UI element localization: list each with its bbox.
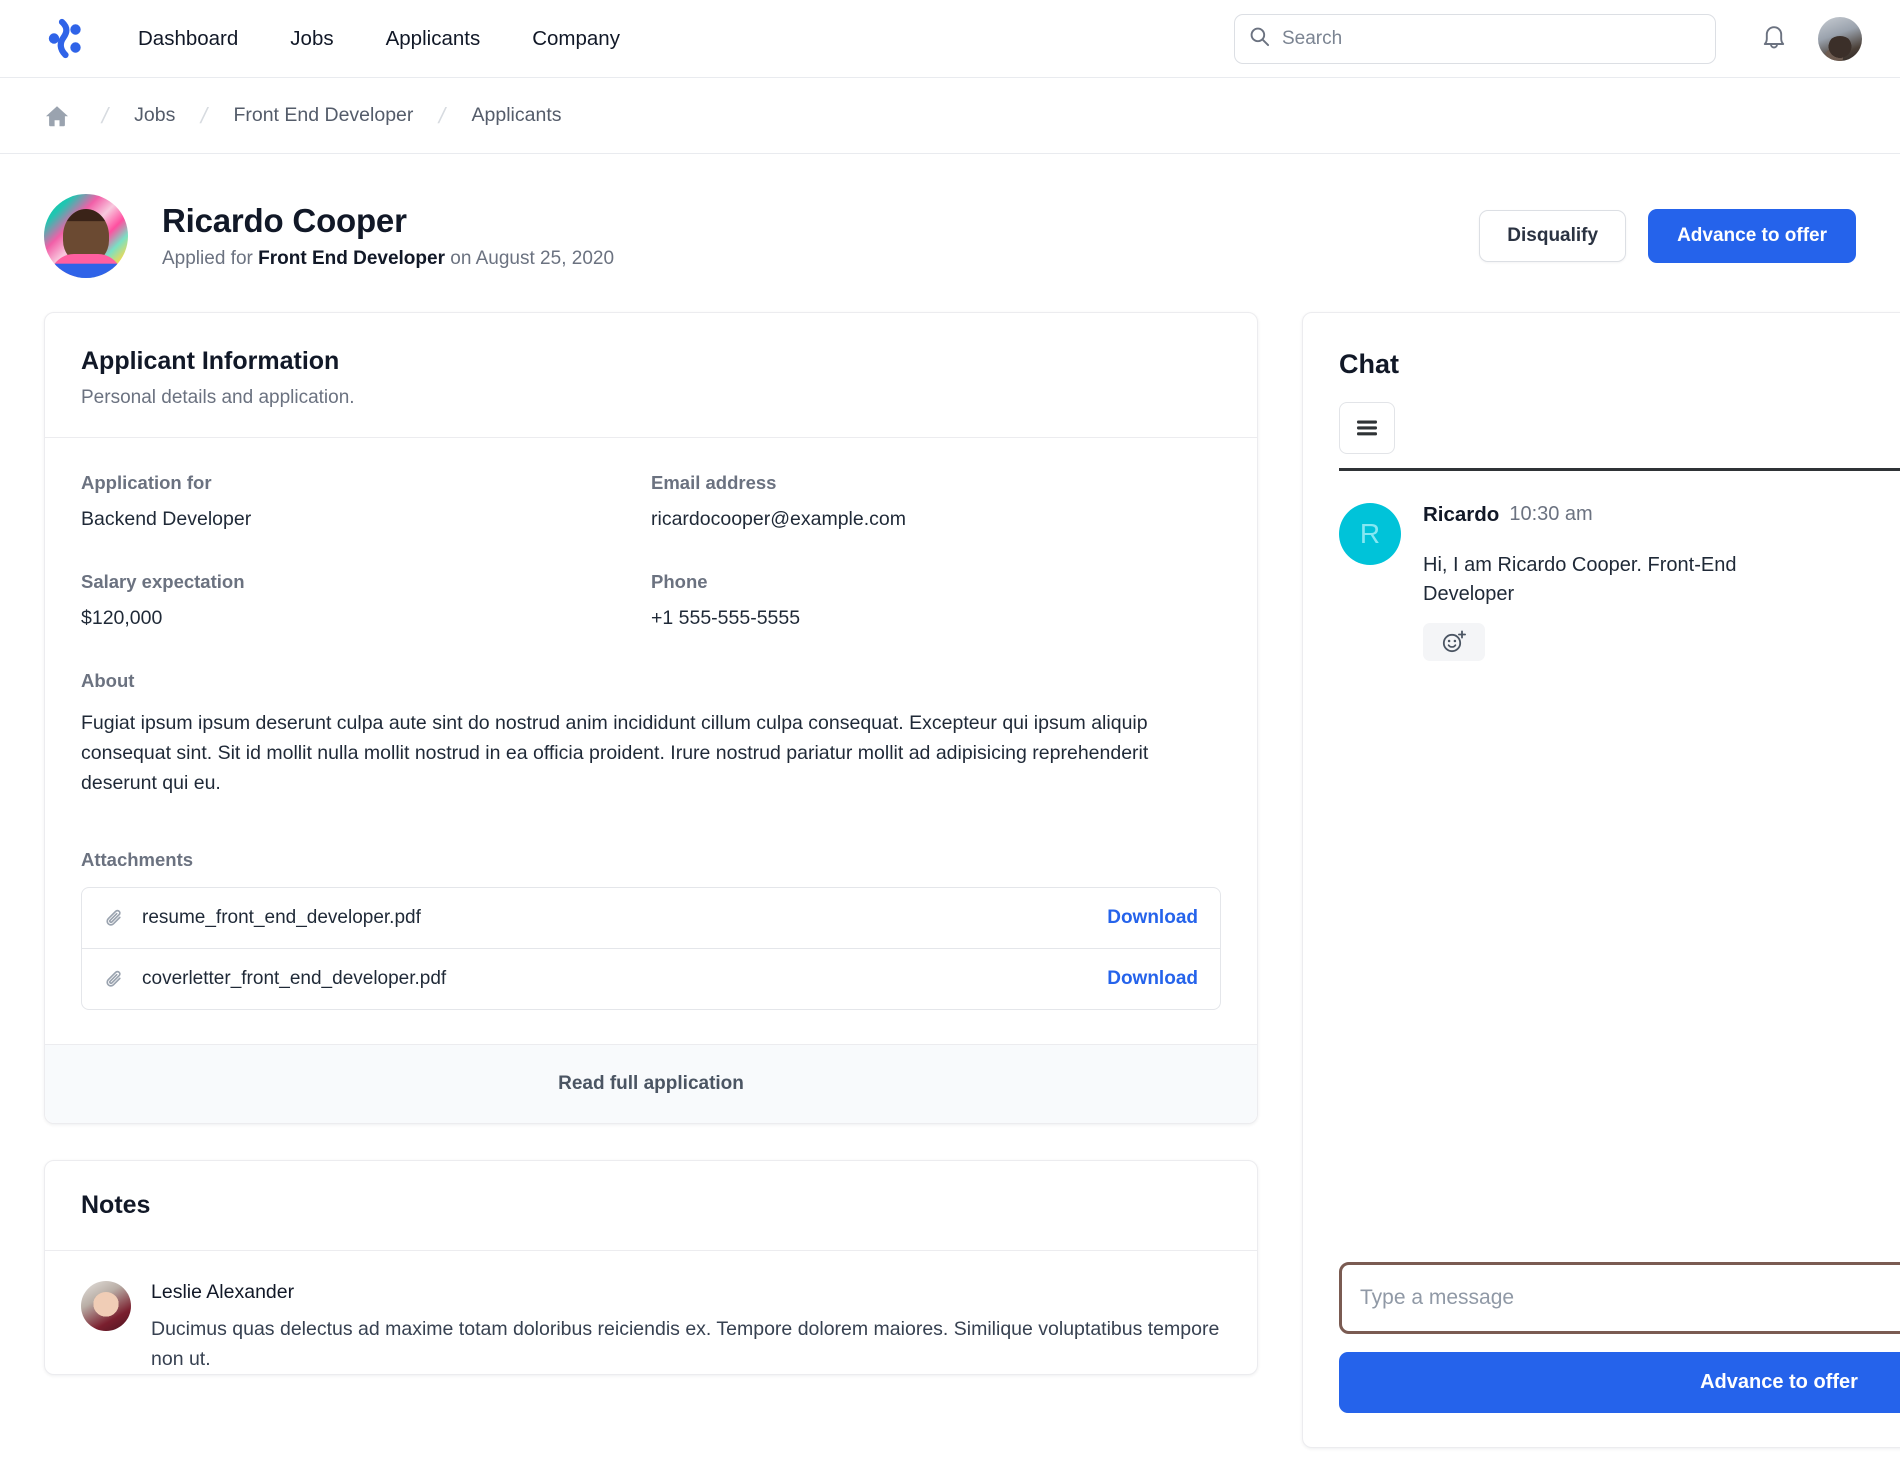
breadcrumb-separator: / [99, 102, 111, 128]
detail-value: Backend Developer [81, 508, 252, 530]
nav-right-cluster [1234, 13, 1862, 64]
attachment-download-link[interactable]: Download [1107, 968, 1198, 990]
page-title: Ricardo Cooper [162, 202, 407, 240]
notes-header: Notes [45, 1161, 1257, 1250]
app-logo[interactable] [44, 18, 86, 60]
attachments-list: resume_front_end_developer.pdf Download … [81, 886, 1221, 1010]
note-content: Leslie Alexander Ducimus quas delectus a… [151, 1281, 1221, 1374]
about-text: Fugiat ipsum ipsum deserunt culpa aute s… [81, 712, 1149, 795]
page-header: Ricardo Cooper Applied for Front End Dev… [0, 154, 1900, 312]
applicant-header-text: Ricardo Cooper Applied for Front End Dev… [162, 202, 614, 269]
home-icon[interactable] [44, 103, 76, 129]
applied-prefix: Applied for [162, 247, 253, 269]
attachments-label: Attachments [81, 848, 194, 870]
hamburger-menu-icon[interactable] [1339, 402, 1395, 454]
attachment-row: resume_front_end_developer.pdf Download [82, 888, 1220, 948]
paperclip-icon [104, 907, 126, 929]
applicant-information-title: Applicant Information [81, 347, 340, 375]
chat-message-author: Ricardo [1423, 503, 1500, 526]
search-icon [1249, 26, 1282, 52]
applicant-details-grid: Application for Backend Developer Email … [45, 438, 1257, 670]
chat-message-list: R Ricardo 10:30 am Hi, I am Ricardo Coop [1339, 471, 1900, 1262]
right-column: Chat R Ricardo 10:30 am Hi, I am Ricardo… [1302, 312, 1900, 1448]
note-item: Leslie Alexander Ducimus quas delectus a… [45, 1251, 1257, 1374]
detail-label: Application for [81, 472, 212, 493]
attachment-row: coverletter_front_end_developer.pdf Down… [82, 947, 1220, 1009]
detail-label: Phone [651, 571, 708, 592]
chat-panel: Chat R Ricardo 10:30 am Hi, I am Ricardo… [1302, 312, 1900, 1448]
detail-value: $120,000 [81, 607, 163, 629]
detail-label: Salary expectation [81, 571, 245, 592]
top-navigation-bar: Dashboard Jobs Applicants Company [0, 0, 1900, 78]
chat-title: Chat [1339, 349, 1399, 379]
notes-card: Notes Leslie Alexander Ducimus quas dele… [44, 1159, 1258, 1376]
nav-link-jobs[interactable]: Jobs [264, 27, 359, 51]
note-author-name: Leslie Alexander [151, 1280, 295, 1303]
search-box[interactable] [1234, 13, 1716, 64]
about-label: About [81, 670, 135, 691]
left-column: Applicant Information Personal details a… [44, 312, 1258, 1376]
chat-message-text: Hi, I am Ricardo Cooper. Front-End Devel… [1423, 554, 1737, 605]
attachment-download-link[interactable]: Download [1107, 907, 1198, 929]
chat-advance-to-offer-button[interactable]: Advance to offer [1339, 1352, 1900, 1413]
attachment-filename: coverletter_front_end_developer.pdf [142, 967, 447, 989]
breadcrumb-separator: / [198, 102, 211, 128]
main-layout: Applicant Information Personal details a… [0, 312, 1900, 1448]
applied-for-line: Applied for Front End Developer on Augus… [162, 248, 614, 270]
add-reaction-icon[interactable] [1423, 622, 1485, 661]
detail-phone: Phone +1 555-555-5555 [651, 571, 1221, 670]
breadcrumb-item-jobs[interactable]: Jobs [134, 104, 175, 127]
user-avatar[interactable] [1818, 16, 1862, 61]
chat-toolbar [1339, 402, 1900, 454]
breadcrumb: / Jobs / Front End Developer / Applicant… [0, 78, 1900, 154]
detail-label: Email address [651, 472, 777, 493]
header-actions: Disqualify Advance to offer [1479, 209, 1856, 263]
detail-salary-expectation: Salary expectation $120,000 [81, 571, 651, 670]
applied-job-title: Front End Developer [258, 247, 445, 269]
breadcrumb-item-front-end-developer[interactable]: Front End Developer [233, 104, 413, 127]
applicant-information-subtitle: Personal details and application. [81, 387, 355, 408]
bell-icon[interactable] [1760, 24, 1788, 54]
chat-message: R Ricardo 10:30 am Hi, I am Ricardo Coop [1339, 503, 1900, 661]
chat-message-body: Ricardo 10:30 am Hi, I am Ricardo Cooper… [1423, 503, 1900, 661]
primary-nav-links: Dashboard Jobs Applicants Company [130, 27, 646, 51]
about-block: About Fugiat ipsum ipsum deserunt culpa … [45, 670, 1257, 1010]
detail-value: +1 555-555-5555 [651, 607, 801, 629]
applicant-information-header: Applicant Information Personal details a… [45, 313, 1257, 437]
read-full-application-button[interactable]: Read full application [45, 1043, 1257, 1123]
nav-link-dashboard[interactable]: Dashboard [130, 27, 264, 51]
note-author-avatar [81, 1280, 131, 1331]
applied-date: on August 25, 2020 [450, 247, 615, 269]
detail-value: ricardocooper@example.com [651, 508, 906, 530]
breadcrumb-item-applicants[interactable]: Applicants [472, 104, 562, 127]
chat-input-container[interactable] [1339, 1262, 1900, 1334]
chat-message-avatar: R [1339, 503, 1401, 565]
applicant-avatar [44, 194, 128, 278]
detail-email-address: Email address ricardocooper@example.com [651, 472, 1221, 571]
notes-title: Notes [81, 1190, 151, 1219]
applicant-information-card: Applicant Information Personal details a… [44, 312, 1258, 1124]
chat-message-meta: Ricardo 10:30 am [1423, 503, 1900, 543]
nav-link-applicants[interactable]: Applicants [360, 27, 507, 51]
paperclip-icon [104, 968, 126, 990]
note-text: Ducimus quas delectus ad maxime totam do… [151, 1317, 1220, 1370]
nav-link-company[interactable]: Company [506, 27, 646, 51]
search-input[interactable] [1282, 27, 1701, 50]
advance-to-offer-button[interactable]: Advance to offer [1648, 209, 1856, 263]
attachment-filename: resume_front_end_developer.pdf [142, 906, 421, 928]
breadcrumb-separator: / [436, 102, 449, 128]
chat-message-input[interactable] [1360, 1286, 1900, 1310]
disqualify-button[interactable]: Disqualify [1479, 210, 1627, 262]
chat-message-time: 10:30 am [1509, 503, 1593, 525]
detail-application-for: Application for Backend Developer [81, 472, 651, 571]
